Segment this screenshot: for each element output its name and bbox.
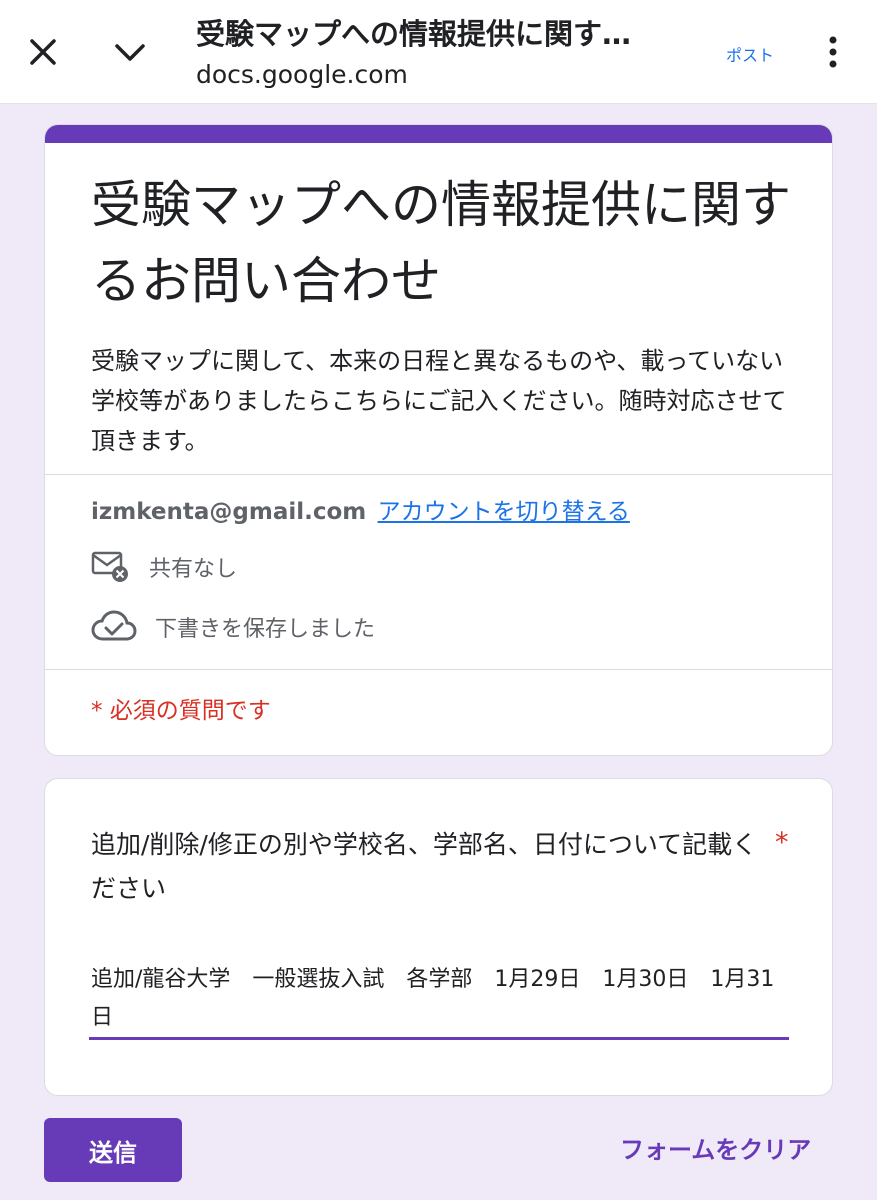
- form-header-card: 受験マップへの情報提供に関するお問い合わせ 受験マップに関して、本来の日程と異な…: [44, 124, 833, 756]
- chevron-down-icon[interactable]: [108, 30, 152, 74]
- more-options-icon[interactable]: [818, 32, 848, 72]
- answer-input-underline: [89, 1037, 789, 1040]
- page-url: docs.google.com: [196, 60, 408, 89]
- browser-top-bar: 受験マップへの情報提供に関す… docs.google.com ポスト: [0, 0, 877, 104]
- form-title: 受験マップへの情報提供に関するお問い合わせ: [91, 176, 791, 310]
- clear-form-button[interactable]: フォームをクリア: [620, 1130, 811, 1165]
- cloud-done-icon: [91, 610, 137, 641]
- page-title: 受験マップへの情報提供に関す…: [196, 17, 632, 51]
- draft-status: 下書きを保存しました: [155, 617, 376, 642]
- divider: [45, 474, 832, 475]
- submit-button[interactable]: 送信: [44, 1118, 182, 1182]
- account-email: izmkenta@gmail.com: [91, 499, 367, 525]
- question-card: 追加/削除/修正の別や学校名、学部名、日付について記載ください * 追加/龍谷大…: [44, 778, 833, 1096]
- required-note: * 必須の質問です: [91, 698, 271, 724]
- required-mark: *: [775, 827, 789, 858]
- close-icon[interactable]: [21, 30, 65, 74]
- divider: [45, 669, 832, 670]
- form-description: 受験マップに関して、本来の日程と異なるものや、載っていない学校等がありましたらこ…: [91, 347, 787, 455]
- card-accent-bar: [45, 125, 832, 143]
- post-button[interactable]: ポスト: [726, 42, 774, 66]
- answer-input[interactable]: 追加/龍谷大学 一般選抜入試 各学部 1月29日 1月30日 1月31日: [91, 961, 791, 1037]
- switch-account-link[interactable]: アカウントを切り替える: [378, 499, 630, 525]
- account-row: izmkenta@gmail.com アカウントを切り替える: [91, 495, 630, 529]
- mail-not-shared-icon: [91, 551, 128, 582]
- sharing-status: 共有なし: [149, 557, 238, 582]
- question-label: 追加/削除/修正の別や学校名、学部名、日付について記載ください: [91, 830, 758, 903]
